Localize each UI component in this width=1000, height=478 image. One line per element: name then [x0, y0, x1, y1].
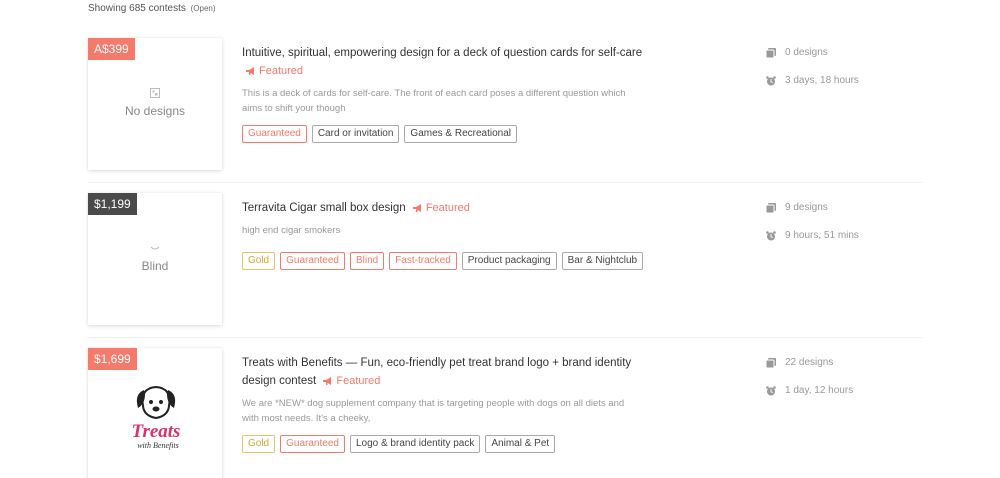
designs-count: 22 designs	[766, 356, 916, 370]
contest-title[interactable]: Intuitive, spiritual, empowering design …	[242, 44, 662, 80]
blind-placeholder: Blind	[88, 243, 222, 273]
alarm-clock-icon	[766, 231, 776, 241]
tag-industry[interactable]: Animal & Pet	[485, 435, 556, 453]
logo-tagline: with Benefits	[137, 441, 179, 450]
time-left-text: 3 days, 18 hours	[785, 75, 859, 86]
tag-guaranteed[interactable]: Guaranteed	[242, 125, 307, 143]
tag-category[interactable]: Logo & brand identity pack	[349, 435, 481, 453]
designs-count-text: 9 designs	[785, 202, 828, 213]
tag-fast-tracked[interactable]: Fast-tracked	[389, 252, 457, 270]
divider	[88, 182, 922, 183]
image-placeholder-icon	[150, 88, 160, 98]
time-left: 1 day, 12 hours	[766, 384, 916, 398]
contest-description: This is a deck of cards for self-care. T…	[242, 88, 626, 114]
divider	[88, 337, 922, 338]
contest-stats: 22 designs 1 day, 12 hours	[766, 356, 916, 398]
gallery-icon	[766, 48, 776, 58]
time-left: 9 hours, 51 mins	[766, 229, 916, 243]
featured-badge: Featured	[246, 65, 303, 77]
no-designs-placeholder: No designs	[88, 88, 222, 118]
contest-info: Treats with Benefits — Fun, eco-friendly…	[242, 354, 662, 453]
alarm-clock-icon	[766, 76, 776, 86]
tag-gold[interactable]: Gold	[242, 435, 276, 453]
card-label: Blind	[141, 259, 169, 273]
featured-label: Featured	[259, 65, 304, 77]
tag-blind[interactable]: Blind	[349, 252, 385, 270]
alarm-clock-icon	[766, 386, 776, 396]
tag-guaranteed[interactable]: Guaranteed	[280, 435, 345, 453]
contest-stats: 0 designs 3 days, 18 hours	[766, 46, 916, 88]
contest-title-text[interactable]: Intuitive, spiritual, empowering design …	[242, 47, 642, 59]
gallery-icon	[766, 358, 776, 368]
designs-count-text: 22 designs	[785, 357, 834, 368]
designs-count: 9 designs	[766, 201, 916, 215]
contest-thumbnail[interactable]: $1,199 Blind	[88, 193, 222, 325]
treats-with-benefits-logo: Treats with Benefits	[132, 385, 181, 450]
featured-badge: Featured	[412, 202, 470, 214]
results-count: Showing 685 contests (Open)	[88, 3, 216, 14]
tag-category[interactable]: Card or invitation	[311, 125, 400, 143]
contest-description: We are *NEW* dog supplement company that…	[242, 398, 625, 424]
card-label: No designs	[124, 104, 186, 118]
tag-list: Guaranteed Card or invitation Games & Re…	[242, 125, 662, 143]
prize-badge: $1,199	[88, 193, 137, 215]
tag-category[interactable]: Product packaging	[461, 252, 557, 270]
time-left: 3 days, 18 hours	[766, 74, 916, 88]
contest-info: Terravita Cigar small box design Feature…	[242, 199, 662, 270]
tag-industry[interactable]: Bar & Nightclub	[561, 252, 644, 270]
designs-count-text: 0 designs	[785, 47, 828, 58]
contest-stats: 9 designs 9 hours, 51 mins	[766, 201, 916, 243]
tag-industry[interactable]: Games & Recreational	[404, 125, 518, 143]
featured-label: Featured	[336, 375, 381, 387]
megaphone-icon	[246, 67, 254, 75]
closed-eye-icon	[150, 246, 160, 250]
contest-title-text[interactable]: Terravita Cigar small box design	[242, 202, 406, 214]
designs-count: 0 designs	[766, 46, 916, 60]
megaphone-icon	[412, 204, 421, 212]
results-filter: (Open)	[190, 4, 216, 13]
featured-badge: Featured	[323, 375, 380, 387]
contest-description: high end cigar smokers	[242, 225, 341, 236]
tag-guaranteed[interactable]: Guaranteed	[280, 252, 345, 270]
contest-title[interactable]: Terravita Cigar small box design Feature…	[242, 199, 662, 217]
megaphone-icon	[323, 377, 332, 385]
logo-wordmark: Treats	[132, 421, 181, 442]
contest-info: Intuitive, spiritual, empowering design …	[242, 44, 662, 143]
time-left-text: 1 day, 12 hours	[785, 385, 854, 396]
contest-thumbnail[interactable]: $1,699 Treats with Benefits	[88, 348, 222, 478]
tag-gold[interactable]: Gold	[242, 252, 276, 270]
gallery-icon	[766, 203, 776, 213]
dog-face-icon	[136, 385, 176, 420]
tag-list: Gold Guaranteed Blind Fast-tracked Produ…	[242, 252, 662, 270]
results-count-text: Showing 685 contests	[88, 3, 186, 14]
featured-label: Featured	[425, 202, 470, 214]
time-left-text: 9 hours, 51 mins	[785, 230, 859, 241]
contest-title[interactable]: Treats with Benefits — Fun, eco-friendly…	[242, 354, 662, 390]
prize-badge: $1,699	[88, 348, 137, 370]
prize-badge: A$399	[88, 38, 135, 60]
contest-thumbnail[interactable]: A$399 No designs	[88, 38, 222, 170]
contest-title-text[interactable]: Treats with Benefits — Fun, eco-friendly…	[242, 357, 631, 387]
tag-list: Gold Guaranteed Logo & brand identity pa…	[242, 435, 662, 453]
